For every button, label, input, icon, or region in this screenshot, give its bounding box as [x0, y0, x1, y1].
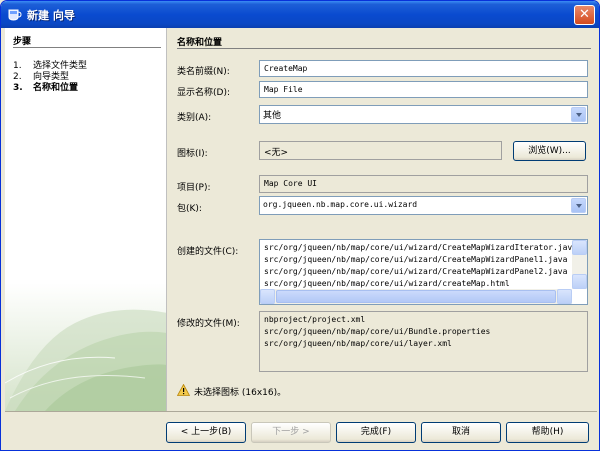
class-name-prefix-input[interactable]: CreateMap — [259, 60, 588, 77]
list-item: src/org/jqueen/nb/map/core/ui/wizard/Cre… — [264, 243, 578, 252]
help-button[interactable]: 帮助(H) — [506, 422, 589, 443]
created-files-label: 创建的文件(C): — [177, 247, 239, 257]
scroll-down-icon[interactable] — [572, 274, 587, 289]
steps-panel: 步骤 1. 选择文件类型 2. 向导类型 3. 名称和位置 — [5, 28, 167, 411]
step-number: 3. — [13, 83, 23, 93]
steps-divider — [13, 47, 161, 48]
list-item: src/org/jqueen/nb/map/core/ui/wizard/Cre… — [264, 255, 568, 264]
display-name-label: 显示名称(D): — [177, 88, 230, 98]
title-bar[interactable]: 新建 向导 ✕ — [1, 1, 599, 28]
cancel-button[interactable]: 取消 — [421, 422, 501, 443]
package-select[interactable]: org.jqueen.nb.map.core.ui.wizard — [259, 196, 588, 215]
warning-icon — [177, 384, 190, 396]
display-name-input[interactable]: Map File — [259, 81, 588, 98]
list-item: src/org/jqueen/nb/map/core/ui/wizard/Cre… — [264, 267, 568, 276]
footer-divider — [5, 411, 597, 412]
cup-icon — [8, 9, 22, 21]
horizontal-scrollbar[interactable] — [260, 289, 572, 304]
warning-message: 未选择图标 (16x16)。 — [194, 388, 287, 398]
close-icon: ✕ — [579, 7, 590, 22]
modified-files-list: nbproject/project.xml src/org/jqueen/nb/… — [259, 311, 588, 372]
scroll-right-icon[interactable] — [557, 289, 572, 304]
wizard-window: 新建 向导 ✕ 步骤 1. 选择文件类型 2. 向导类型 3. 名称和位置 名称… — [0, 0, 600, 451]
scroll-up-icon[interactable] — [572, 240, 587, 255]
finish-button[interactable]: 完成(F) — [336, 422, 416, 443]
content-heading: 名称和位置 — [177, 38, 223, 48]
window-title: 新建 向导 — [27, 9, 75, 22]
category-label: 类别(A): — [177, 113, 212, 123]
vertical-scrollbar[interactable] — [572, 240, 587, 289]
package-label: 包(K): — [177, 204, 202, 214]
list-item: nbproject/project.xml — [264, 315, 366, 324]
category-select[interactable]: 其他 — [259, 105, 588, 124]
list-item: src/org/jqueen/nb/map/core/ui/Bundle.pro… — [264, 327, 491, 336]
project-field: Map Core UI — [259, 175, 588, 193]
project-label: 项目(P): — [177, 183, 211, 193]
back-button[interactable]: < 上一步(B) — [166, 422, 246, 443]
content-divider — [177, 48, 591, 49]
step-label: 名称和位置 — [33, 83, 79, 93]
decorative-leaf-art — [5, 283, 166, 411]
step-item-current: 3. 名称和位置 — [13, 80, 78, 93]
chevron-down-icon[interactable] — [571, 198, 586, 213]
modified-files-label: 修改的文件(M): — [177, 319, 240, 329]
icon-field: <无> — [259, 141, 502, 160]
close-button[interactable]: ✕ — [574, 5, 595, 25]
steps-heading: 步骤 — [13, 37, 32, 47]
icon-label: 图标(I): — [177, 149, 208, 159]
created-files-list[interactable]: src/org/jqueen/nb/map/core/ui/wizard/Cre… — [259, 239, 588, 305]
list-item: src/org/jqueen/nb/map/core/ui/wizard/cre… — [264, 279, 510, 288]
list-item: src/org/jqueen/nb/map/core/ui/layer.xml — [264, 339, 452, 348]
chevron-down-icon[interactable] — [571, 107, 586, 122]
browse-button[interactable]: 浏览(W)... — [513, 141, 586, 161]
package-value: org.jqueen.nb.map.core.ui.wizard — [263, 200, 418, 209]
next-button[interactable]: 下一步 > — [251, 422, 331, 443]
scroll-left-icon[interactable] — [260, 289, 275, 304]
category-value: 其他 — [263, 111, 282, 121]
scroll-thumb[interactable] — [276, 290, 556, 303]
class-name-prefix-label: 类名前缀(N): — [177, 67, 230, 77]
